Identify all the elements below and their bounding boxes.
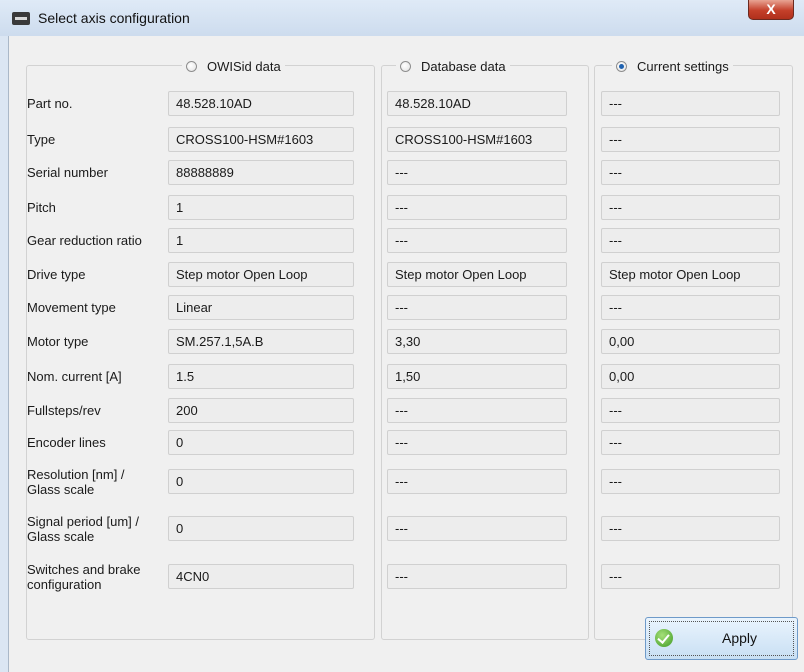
check-icon bbox=[655, 629, 673, 647]
row-label-line: configuration bbox=[27, 577, 102, 592]
app-icon bbox=[12, 12, 30, 25]
field-owisid: 88888889 bbox=[168, 160, 354, 185]
field-database: --- bbox=[387, 295, 567, 320]
group-header-owisid[interactable]: OWISid data bbox=[182, 56, 285, 76]
row-label-line: Glass scale bbox=[27, 482, 95, 497]
apply-button[interactable]: Apply bbox=[645, 617, 798, 660]
group-title-owisid: OWISid data bbox=[207, 58, 281, 74]
row-label: Fullsteps/rev bbox=[27, 403, 101, 418]
field-owisid: CROSS100-HSM#1603 bbox=[168, 127, 354, 152]
field-owisid: 4CN0 bbox=[168, 564, 354, 589]
field-current: --- bbox=[601, 469, 780, 494]
field-current: --- bbox=[601, 160, 780, 185]
row-label: Motor type bbox=[27, 334, 89, 349]
field-owisid: 0 bbox=[168, 469, 354, 494]
row-label: Gear reduction ratio bbox=[27, 233, 142, 248]
field-current: --- bbox=[601, 398, 780, 423]
field-current: --- bbox=[601, 127, 780, 152]
field-current: --- bbox=[601, 564, 780, 589]
field-owisid: Step motor Open Loop bbox=[168, 262, 354, 287]
field-owisid: 1 bbox=[168, 228, 354, 253]
field-owisid: 1.5 bbox=[168, 364, 354, 389]
field-current: --- bbox=[601, 228, 780, 253]
title-bar[interactable]: Select axis configuration X bbox=[0, 0, 804, 36]
row-label: Switches and brake configuration bbox=[27, 562, 177, 592]
field-database: --- bbox=[387, 430, 567, 455]
row-label: Movement type bbox=[27, 300, 116, 315]
row-label-line: Switches and brake bbox=[27, 562, 141, 577]
field-current: Step motor Open Loop bbox=[601, 262, 780, 287]
field-database: 1,50 bbox=[387, 364, 567, 389]
row-label-line: Glass scale bbox=[27, 529, 95, 544]
dialog-client: OWISid data Database data Current settin… bbox=[8, 36, 804, 672]
row-label: Nom. current [A] bbox=[27, 369, 122, 384]
field-database: 3,30 bbox=[387, 329, 567, 354]
field-database: --- bbox=[387, 195, 567, 220]
field-database: Step motor Open Loop bbox=[387, 262, 567, 287]
apply-label: Apply bbox=[722, 630, 758, 646]
dialog-window: Select axis configuration X OWISid data … bbox=[0, 0, 804, 672]
row-label: Serial number bbox=[27, 165, 108, 180]
row-label: Type bbox=[27, 132, 56, 147]
field-owisid: 1 bbox=[168, 195, 354, 220]
row-label: Signal period [um] / Glass scale bbox=[27, 514, 177, 544]
field-database: --- bbox=[387, 469, 567, 494]
field-database: --- bbox=[387, 398, 567, 423]
radio-database-data[interactable] bbox=[400, 60, 411, 72]
field-owisid: 0 bbox=[168, 430, 354, 455]
field-current: 0,00 bbox=[601, 329, 780, 354]
group-title-database: Database data bbox=[421, 58, 506, 74]
group-title-current: Current settings bbox=[637, 58, 729, 74]
field-database: --- bbox=[387, 228, 567, 253]
field-database: CROSS100-HSM#1603 bbox=[387, 127, 567, 152]
field-current: 0,00 bbox=[601, 364, 780, 389]
field-owisid: 200 bbox=[168, 398, 354, 423]
field-owisid: 48.528.10AD bbox=[168, 91, 354, 116]
field-current: --- bbox=[601, 91, 780, 116]
group-header-database[interactable]: Database data bbox=[396, 56, 510, 76]
window-title: Select axis configuration bbox=[38, 10, 190, 26]
field-current: --- bbox=[601, 516, 780, 541]
group-header-current[interactable]: Current settings bbox=[612, 56, 733, 76]
radio-owisid-data[interactable] bbox=[186, 60, 197, 72]
field-current: --- bbox=[601, 195, 780, 220]
close-button[interactable]: X bbox=[748, 0, 794, 20]
radio-current-settings[interactable] bbox=[616, 60, 627, 72]
row-label-line: Signal period [um] / bbox=[27, 514, 140, 529]
field-database: 48.528.10AD bbox=[387, 91, 567, 116]
field-owisid: 0 bbox=[168, 516, 354, 541]
row-label-line: Resolution [nm] / bbox=[27, 467, 125, 482]
field-database: --- bbox=[387, 160, 567, 185]
field-current: --- bbox=[601, 295, 780, 320]
field-database: --- bbox=[387, 564, 567, 589]
field-current: --- bbox=[601, 430, 780, 455]
field-owisid: Linear bbox=[168, 295, 354, 320]
row-label: Resolution [nm] / Glass scale bbox=[27, 467, 177, 497]
row-label: Encoder lines bbox=[27, 435, 106, 450]
row-label: Pitch bbox=[27, 200, 56, 215]
field-owisid: SM.257.1,5A.B bbox=[168, 329, 354, 354]
row-label: Part no. bbox=[27, 96, 73, 111]
row-label: Drive type bbox=[27, 267, 86, 282]
field-database: --- bbox=[387, 516, 567, 541]
